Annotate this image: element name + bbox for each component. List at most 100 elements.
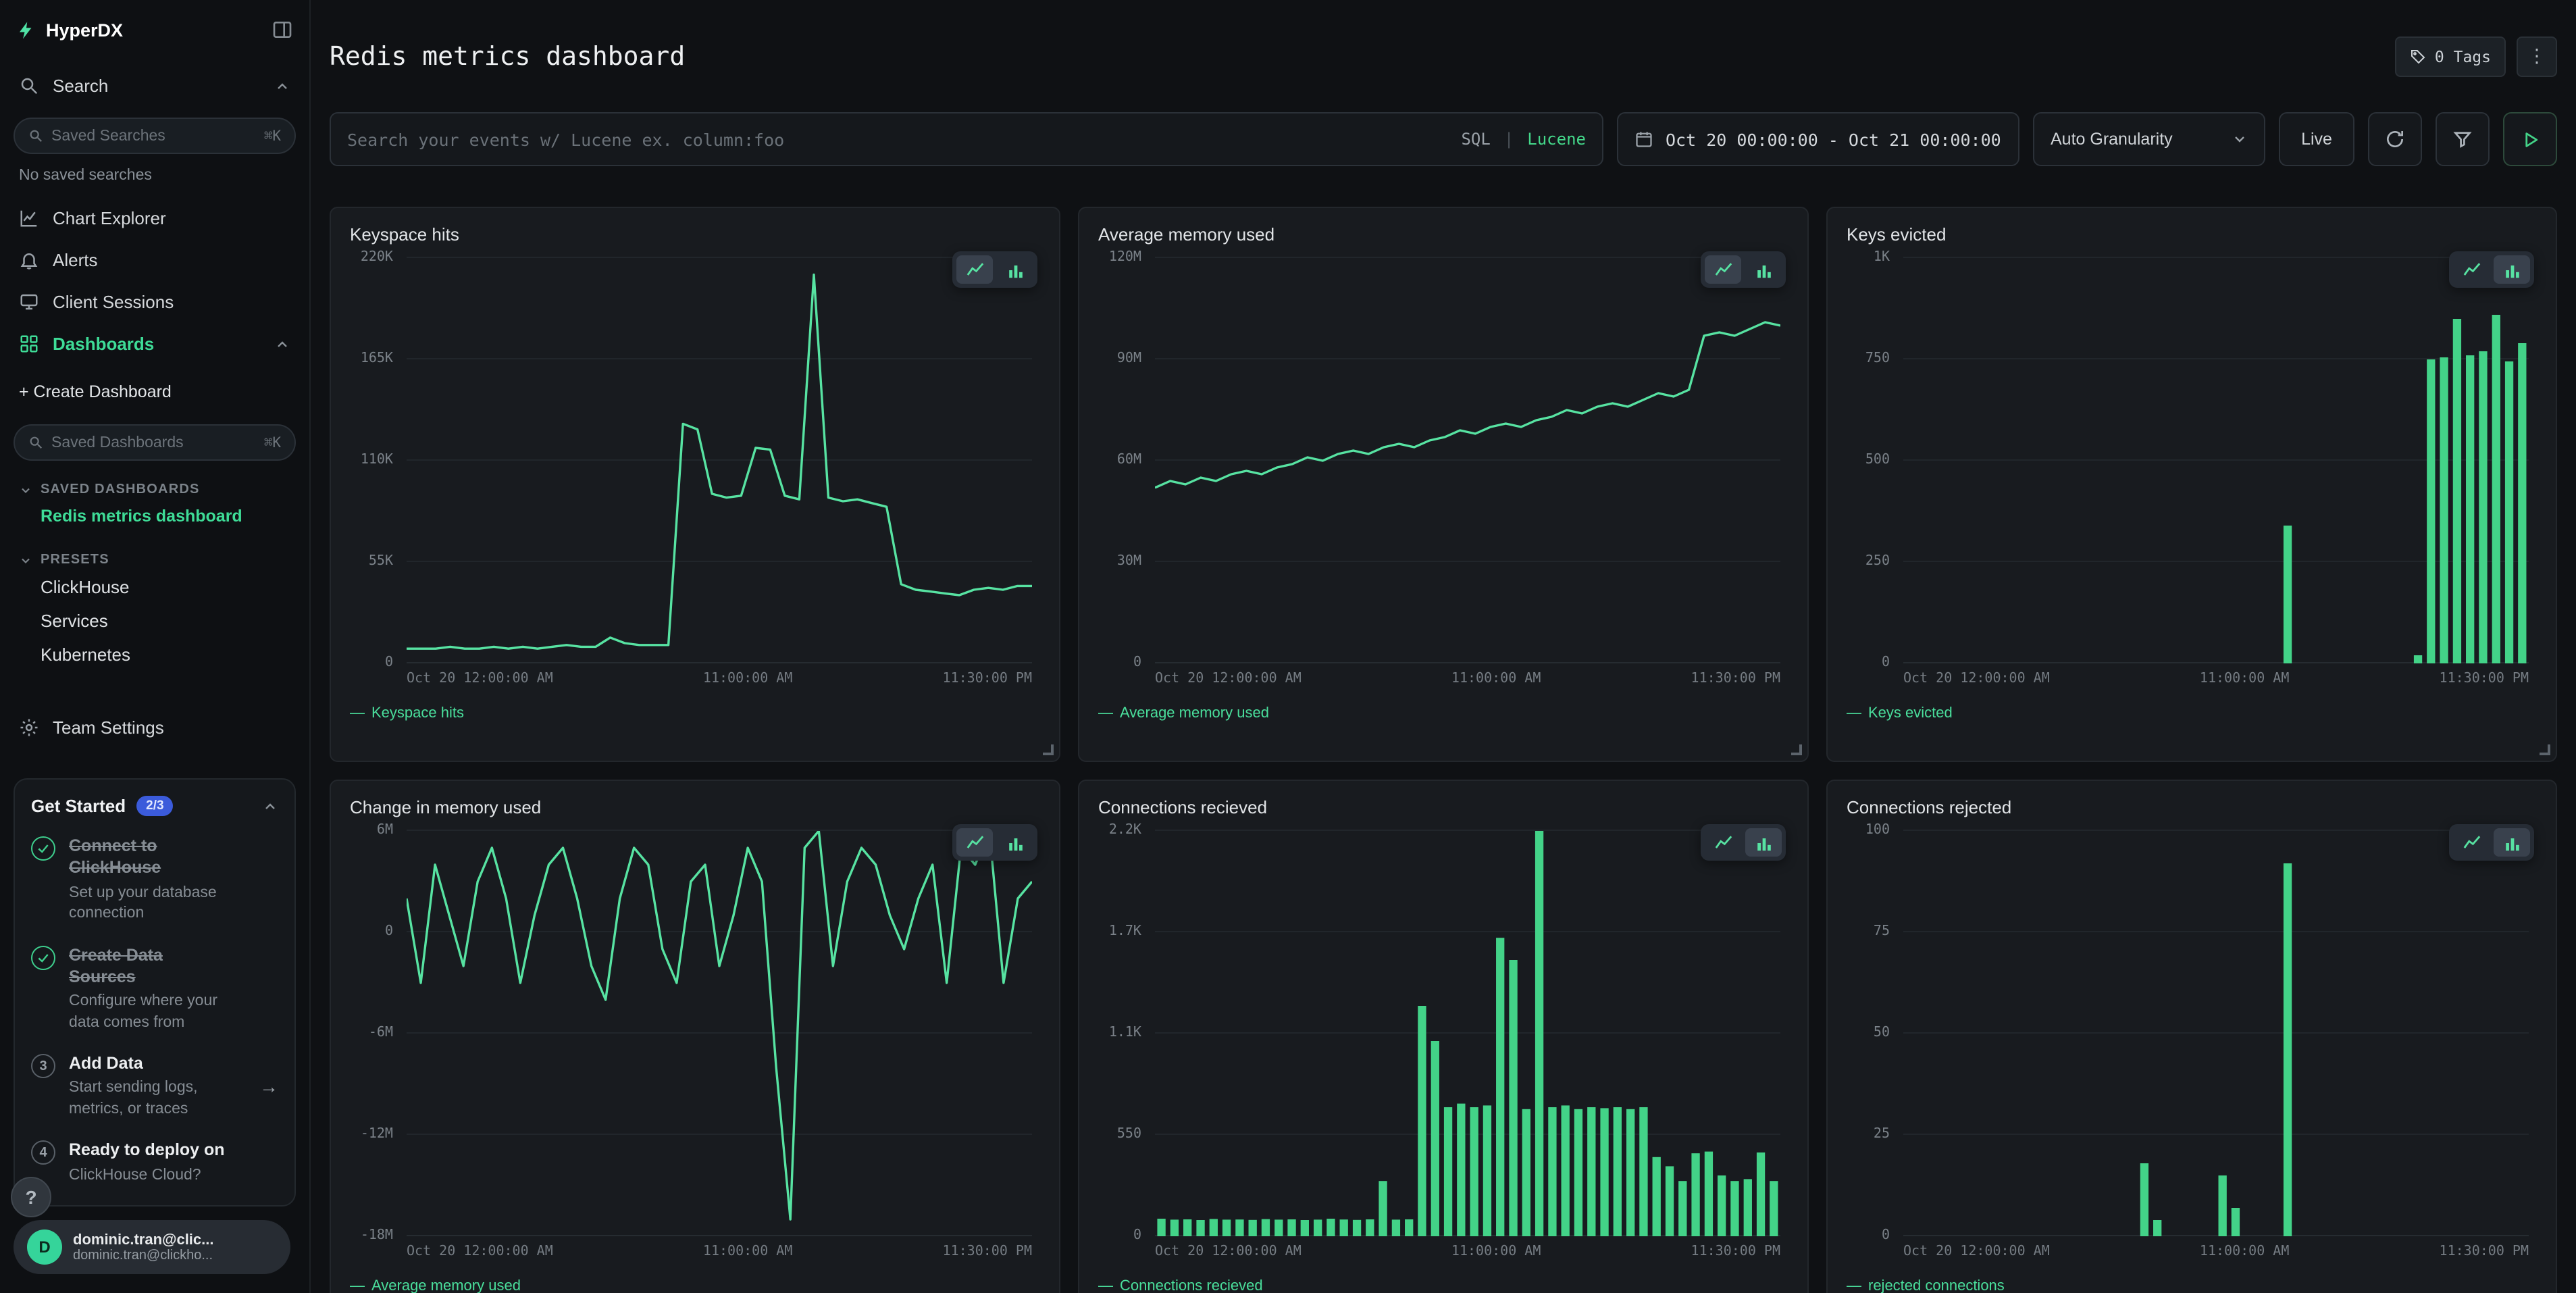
charts-grid: Keyspace hits055K110K165K220KOct 20 12:0… xyxy=(330,207,2557,1293)
get-started-item[interactable]: Create Data SourcesConfigure where your … xyxy=(31,944,278,1034)
y-tick-label: 100 xyxy=(1865,825,1890,838)
chart-type-toggle xyxy=(1701,825,1786,861)
chart-legend[interactable]: —Keyspace hits xyxy=(350,706,1040,722)
legend-label: Average memory used xyxy=(1120,706,1269,722)
live-button[interactable]: Live xyxy=(2279,113,2354,167)
get-started-item[interactable]: 3Add DataStart sending logs, metrics, or… xyxy=(31,1053,278,1121)
date-range-picker[interactable]: Oct 20 00:00:00 - Oct 21 00:00:00 xyxy=(1617,113,2019,167)
legend-label: Keys evicted xyxy=(1868,706,1953,722)
chart-legend[interactable]: —Average memory used xyxy=(1098,706,1788,722)
line-chart-toggle-button[interactable] xyxy=(2453,829,2490,857)
line-chart-toggle-button[interactable] xyxy=(956,256,993,284)
x-axis-label: 11:00:00 AM xyxy=(1451,672,1541,687)
bar-series-bar xyxy=(1431,1042,1439,1237)
filter-icon xyxy=(2452,129,2473,151)
get-started-progress-badge: 2/3 xyxy=(136,796,173,816)
saved-dashboards-header-label: SAVED DASHBOARDS xyxy=(41,482,200,497)
chevron-up-icon[interactable] xyxy=(262,798,278,814)
x-axis-label: Oct 20 12:00:00 AM xyxy=(1903,672,2050,687)
bar-chart-toggle-button[interactable] xyxy=(1745,256,1782,284)
sidebar-item-alerts[interactable]: Alerts xyxy=(0,239,309,281)
event-search-input[interactable]: Search your events w/ Lucene ex. column:… xyxy=(330,113,1603,167)
sidebar-item-preset-services[interactable]: Services xyxy=(0,604,309,638)
sidebar-item-preset-kubernetes[interactable]: Kubernetes xyxy=(0,638,309,671)
line-chart-toggle-button[interactable] xyxy=(956,829,993,857)
get-started-card: Get Started 2/3 Connect to ClickHouseSet… xyxy=(14,778,296,1207)
run-query-button[interactable] xyxy=(2503,113,2557,167)
create-dashboard-button[interactable]: + Create Dashboard xyxy=(0,373,309,411)
sidebar-item-redis-dashboard[interactable]: Redis metrics dashboard xyxy=(0,500,309,531)
help-button[interactable]: ? xyxy=(11,1177,51,1217)
get-started-item[interactable]: 4Ready to deploy onClickHouse Cloud? xyxy=(31,1140,278,1187)
bar-series-bar xyxy=(1235,1220,1243,1237)
chart-legend[interactable]: —rejected connections xyxy=(1847,1279,2537,1293)
get-started-item-text: Add DataStart sending logs, metrics, or … xyxy=(69,1053,234,1121)
bar-chart-toggle-button[interactable] xyxy=(2494,829,2530,857)
saved-dashboards-header[interactable]: SAVED DASHBOARDS xyxy=(0,480,309,500)
y-tick-label: -12M xyxy=(361,1129,393,1142)
x-axis: Oct 20 12:00:00 AM11:00:00 AM11:30:00 PM xyxy=(407,672,1032,687)
tags-button[interactable]: 0 Tags xyxy=(2396,36,2506,76)
bar-series-bar xyxy=(1392,1220,1400,1237)
bar-series-bar xyxy=(1705,1152,1713,1236)
chart-legend[interactable]: —Keys evicted xyxy=(1847,706,2537,722)
app-logo[interactable]: HyperDX xyxy=(16,20,123,40)
sql-mode-toggle[interactable]: SQL xyxy=(1461,130,1490,149)
chart-legend[interactable]: —Average memory used xyxy=(350,1279,1040,1293)
bar-series-bar xyxy=(1287,1220,1295,1237)
sidebar-item-team-settings[interactable]: Team Settings xyxy=(0,707,309,749)
sidebar-item-preset-clickhouse[interactable]: ClickHouse xyxy=(0,570,309,604)
line-chart-toggle-button[interactable] xyxy=(1705,829,1741,857)
sidebar-item-chart-explorer[interactable]: Chart Explorer xyxy=(0,197,309,239)
get-started-item[interactable]: Connect to ClickHouseSet up your databas… xyxy=(31,835,278,925)
search-icon xyxy=(19,76,39,96)
bar-series-bar xyxy=(1496,938,1504,1237)
sidebar-collapse-icon[interactable] xyxy=(272,19,293,41)
bar-chart-toggle-button[interactable] xyxy=(2494,256,2530,284)
sidebar-item-label: Dashboards xyxy=(53,334,261,354)
mode-divider: | xyxy=(1504,130,1514,149)
x-axis: Oct 20 12:00:00 AM11:00:00 AM11:30:00 PM xyxy=(1903,1245,2529,1260)
dashboard-menu-button[interactable]: ⋮ xyxy=(2517,36,2557,76)
bar-chart-toggle-button[interactable] xyxy=(997,256,1033,284)
x-axis: Oct 20 12:00:00 AM11:00:00 AM11:30:00 PM xyxy=(1903,672,2529,687)
bar-series-bar xyxy=(1757,1153,1765,1237)
get-started-item-text: Connect to ClickHouseSet up your databas… xyxy=(69,835,234,925)
bar-series-bar xyxy=(2479,352,2487,664)
line-chart-toggle-button[interactable] xyxy=(2453,256,2490,284)
filter-button[interactable] xyxy=(2436,113,2490,167)
lucene-mode-toggle[interactable]: Lucene xyxy=(1527,130,1586,149)
bar-series-bar xyxy=(1326,1219,1335,1237)
resize-handle[interactable] xyxy=(2540,745,2550,756)
saved-dashboards-input[interactable]: Saved Dashboards ⌘K xyxy=(14,424,296,461)
chart-legend[interactable]: —Connections recieved xyxy=(1098,1279,1788,1293)
y-axis: 02505007501K xyxy=(1847,259,1895,664)
user-menu[interactable]: D dominic.tran@clic... dominic.tran@clic… xyxy=(14,1220,290,1274)
bar-chart-toggle-button[interactable] xyxy=(1745,829,1782,857)
search-icon xyxy=(28,128,43,143)
plot-region xyxy=(407,259,1032,664)
y-tick-label: 1.1K xyxy=(1109,1028,1141,1041)
presets-header[interactable]: PRESETS xyxy=(0,550,309,570)
y-tick-label: 30M xyxy=(1117,556,1141,569)
resize-handle[interactable] xyxy=(1043,745,1054,756)
y-tick-label: -18M xyxy=(361,1230,393,1244)
bar-series-bar xyxy=(1574,1110,1582,1237)
sidebar-item-client-sessions[interactable]: Client Sessions xyxy=(0,281,309,323)
get-started-item-title: Add Data xyxy=(69,1053,234,1075)
main-content: Redis metrics dashboard 0 Tags ⋮ Search … xyxy=(311,0,2576,1293)
line-chart-toggle-button[interactable] xyxy=(1705,256,1741,284)
sidebar-item-search[interactable]: Search xyxy=(0,65,309,107)
bar-chart-toggle-button[interactable] xyxy=(997,829,1033,857)
sidebar-item-dashboards[interactable]: Dashboards xyxy=(0,323,309,365)
plot-region xyxy=(407,832,1032,1237)
x-axis-label: 11:00:00 AM xyxy=(1451,1245,1541,1260)
bell-icon xyxy=(19,250,39,270)
refresh-button[interactable] xyxy=(2368,113,2422,167)
chart-panel-1: Keyspace hits055K110K165K220KOct 20 12:0… xyxy=(330,207,1060,763)
granularity-select[interactable]: Auto Granularity xyxy=(2033,113,2265,167)
resize-handle[interactable] xyxy=(1791,745,1802,756)
bar-series-bar xyxy=(2427,360,2435,664)
bar-series-bar xyxy=(2492,315,2500,664)
saved-searches-input[interactable]: Saved Searches ⌘K xyxy=(14,118,296,154)
